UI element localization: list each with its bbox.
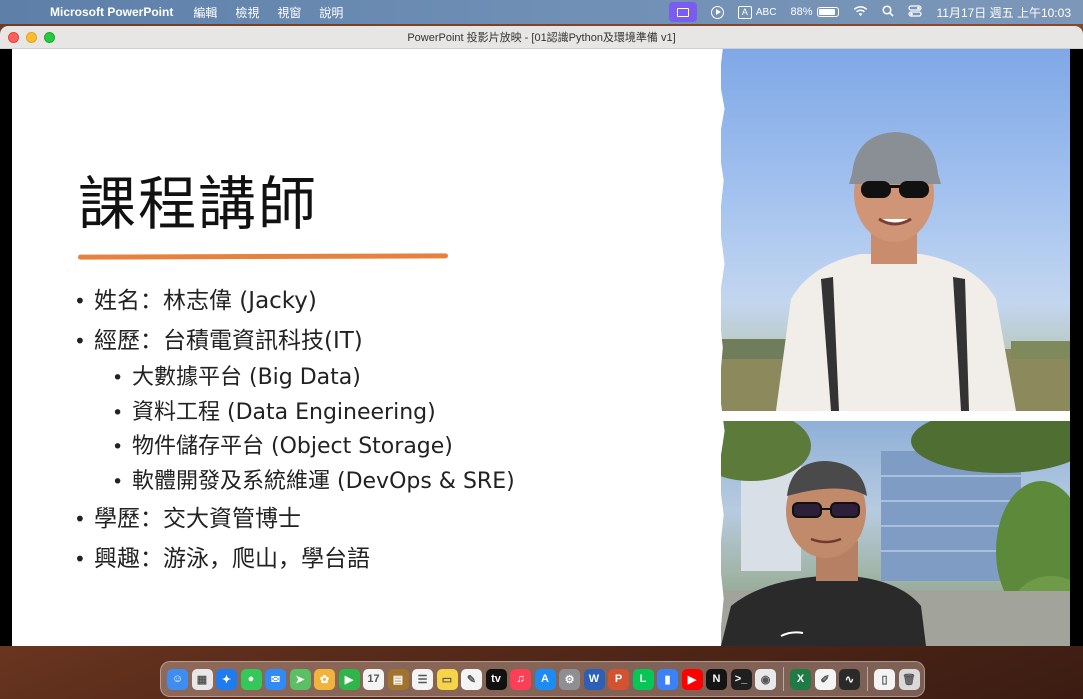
chrome-icon[interactable]: ◉	[755, 668, 776, 690]
menu-view[interactable]: 檢視	[235, 4, 259, 21]
zoom-window-button[interactable]	[44, 32, 55, 43]
youtube-icon[interactable]: ▶	[681, 668, 703, 690]
netflix-icon[interactable]: N	[706, 668, 727, 690]
sub-bullet-item: • 軟體開發及系統維運 (DevOps & SRE)	[74, 465, 515, 500]
input-source-label[interactable]: ABC	[756, 7, 777, 18]
finder-icon[interactable]: ☺	[167, 668, 188, 690]
slide-title: 課程講師	[78, 170, 319, 238]
word-icon[interactable]: W	[583, 668, 605, 690]
menubar-status-area: A ABC 88% 11月17日 週五 上午10:03	[668, 0, 1071, 24]
battery-icon	[817, 7, 840, 17]
title-accent-underline	[77, 253, 449, 260]
mail-icon[interactable]: ✉	[265, 668, 286, 690]
textedit-icon[interactable]: ✐	[814, 668, 836, 690]
wifi-icon[interactable]	[853, 5, 868, 20]
safari-icon[interactable]: ✦	[216, 668, 237, 690]
bookmark-icon[interactable]: ▮	[657, 668, 678, 690]
bullet-item: • 經歷：台積電資訊科技(IT)	[74, 321, 515, 361]
close-window-button[interactable]	[8, 32, 19, 43]
battery-status[interactable]: 88%	[790, 6, 840, 18]
appstore-icon[interactable]: A	[534, 668, 556, 690]
battery-percent: 88%	[790, 6, 813, 18]
bullet-text: 經歷：台積電資訊科技(IT)	[94, 328, 363, 354]
maps-icon[interactable]: ➤	[289, 668, 311, 690]
bullet-text: 物件儲存平台 (Object Storage)	[132, 434, 453, 459]
bullet-text: 軟體開發及系統維運 (DevOps & SRE)	[132, 468, 515, 494]
play-circle-icon[interactable]	[710, 5, 724, 19]
freeform-icon[interactable]: ✎	[461, 668, 482, 690]
bullet-item: • 姓名：林志偉 (Jacky)	[74, 281, 515, 321]
menubar-clock[interactable]: 11月17日 週五 上午10:03	[936, 4, 1071, 21]
music-icon[interactable]: ♫	[510, 668, 531, 690]
document-icon[interactable]: ▯	[874, 668, 895, 690]
menu-bar: Microsoft PowerPoint 編輯 檢視 視窗 說明 A ABC 8…	[0, 0, 1083, 24]
calendar-icon[interactable]: 17	[363, 668, 384, 690]
input-source-icon[interactable]: A	[737, 5, 752, 19]
bullet-text: 學歷：交大資管博士	[94, 506, 301, 532]
dock-separator	[866, 667, 868, 691]
minimize-window-button[interactable]	[26, 32, 37, 43]
facetime-icon[interactable]: ▶	[338, 668, 360, 690]
notes-icon[interactable]: ▭	[436, 668, 458, 690]
app-menu[interactable]: Microsoft PowerPoint	[50, 5, 173, 19]
sub-bullet-item: • 資料工程 (Data Engineering)	[74, 396, 515, 431]
instructor-photo-city	[721, 421, 1070, 646]
messages-icon[interactable]: ●	[240, 668, 262, 690]
window-title: PowerPoint 投影片放映 - [01認識Python及環境準備 v1]	[407, 32, 676, 44]
bullet-item: • 學歷：交大資管博士	[74, 499, 515, 539]
instructor-photo-outdoor	[721, 49, 1070, 411]
dock-separator	[782, 667, 784, 691]
reminders-icon[interactable]: ☰	[412, 668, 433, 690]
menu-window[interactable]: 視窗	[277, 4, 301, 21]
powerpoint-slideshow-window: PowerPoint 投影片放映 - [01認識Python及環境準備 v1] …	[0, 26, 1083, 646]
notes-brown-icon[interactable]: ▤	[387, 668, 409, 690]
sub-bullet-item: • 大數據平台 (Big Data)	[74, 361, 515, 396]
launchpad-icon[interactable]: ▦	[191, 668, 213, 690]
terminal-icon[interactable]: >_	[730, 668, 752, 690]
sub-bullet-item: • 物件儲存平台 (Object Storage)	[74, 430, 515, 465]
bullet-text: 興趣：游泳，爬山，學台語	[94, 546, 370, 572]
photos-icon[interactable]: ✿	[314, 668, 335, 690]
line-icon[interactable]: L	[632, 668, 654, 690]
window-controls	[8, 32, 55, 43]
bullet-text: 大數據平台 (Big Data)	[132, 365, 361, 390]
screen-share-icon[interactable]	[668, 2, 697, 22]
control-center-icon[interactable]	[908, 4, 923, 20]
system-settings-icon[interactable]: ⚙	[559, 668, 580, 690]
bullet-text: 資料工程 (Data Engineering)	[132, 399, 436, 425]
activity-monitor-icon[interactable]: ∿	[839, 668, 860, 690]
bullet-text: 姓名：林志偉 (Jacky)	[94, 288, 317, 314]
excel-icon[interactable]: X	[790, 668, 811, 690]
trash-icon[interactable]: 🗑	[898, 668, 920, 690]
powerpoint-icon[interactable]: P	[608, 668, 629, 690]
window-titlebar[interactable]: PowerPoint 投影片放映 - [01認識Python及環境準備 v1]	[0, 26, 1083, 49]
bullet-item: • 興趣：游泳，爬山，學台語	[74, 539, 515, 579]
slide-canvas[interactable]: 課程講師 • 姓名：林志偉 (Jacky) • 經歷：台積電資訊科技(IT) • 大數…	[12, 49, 1070, 646]
menu-help[interactable]: 說明	[319, 4, 343, 21]
menu-edit[interactable]: 編輯	[193, 4, 217, 21]
spotlight-search-icon[interactable]	[882, 4, 895, 20]
appletv-icon[interactable]: tv	[485, 668, 507, 690]
dock: ☺ ▦ ✦ ● ✉ ➤ ✿ ▶ 17 ▤ ☰ ▭ ✎ tv ♫ A ⚙ W P L ▮ ▶ N >_ ◉ X ✐ ∿ ▯ 🗑	[160, 661, 925, 697]
bullet-list: • 姓名：林志偉 (Jacky) • 經歷：台積電資訊科技(IT) • 大數據平台 (…	[74, 281, 515, 579]
